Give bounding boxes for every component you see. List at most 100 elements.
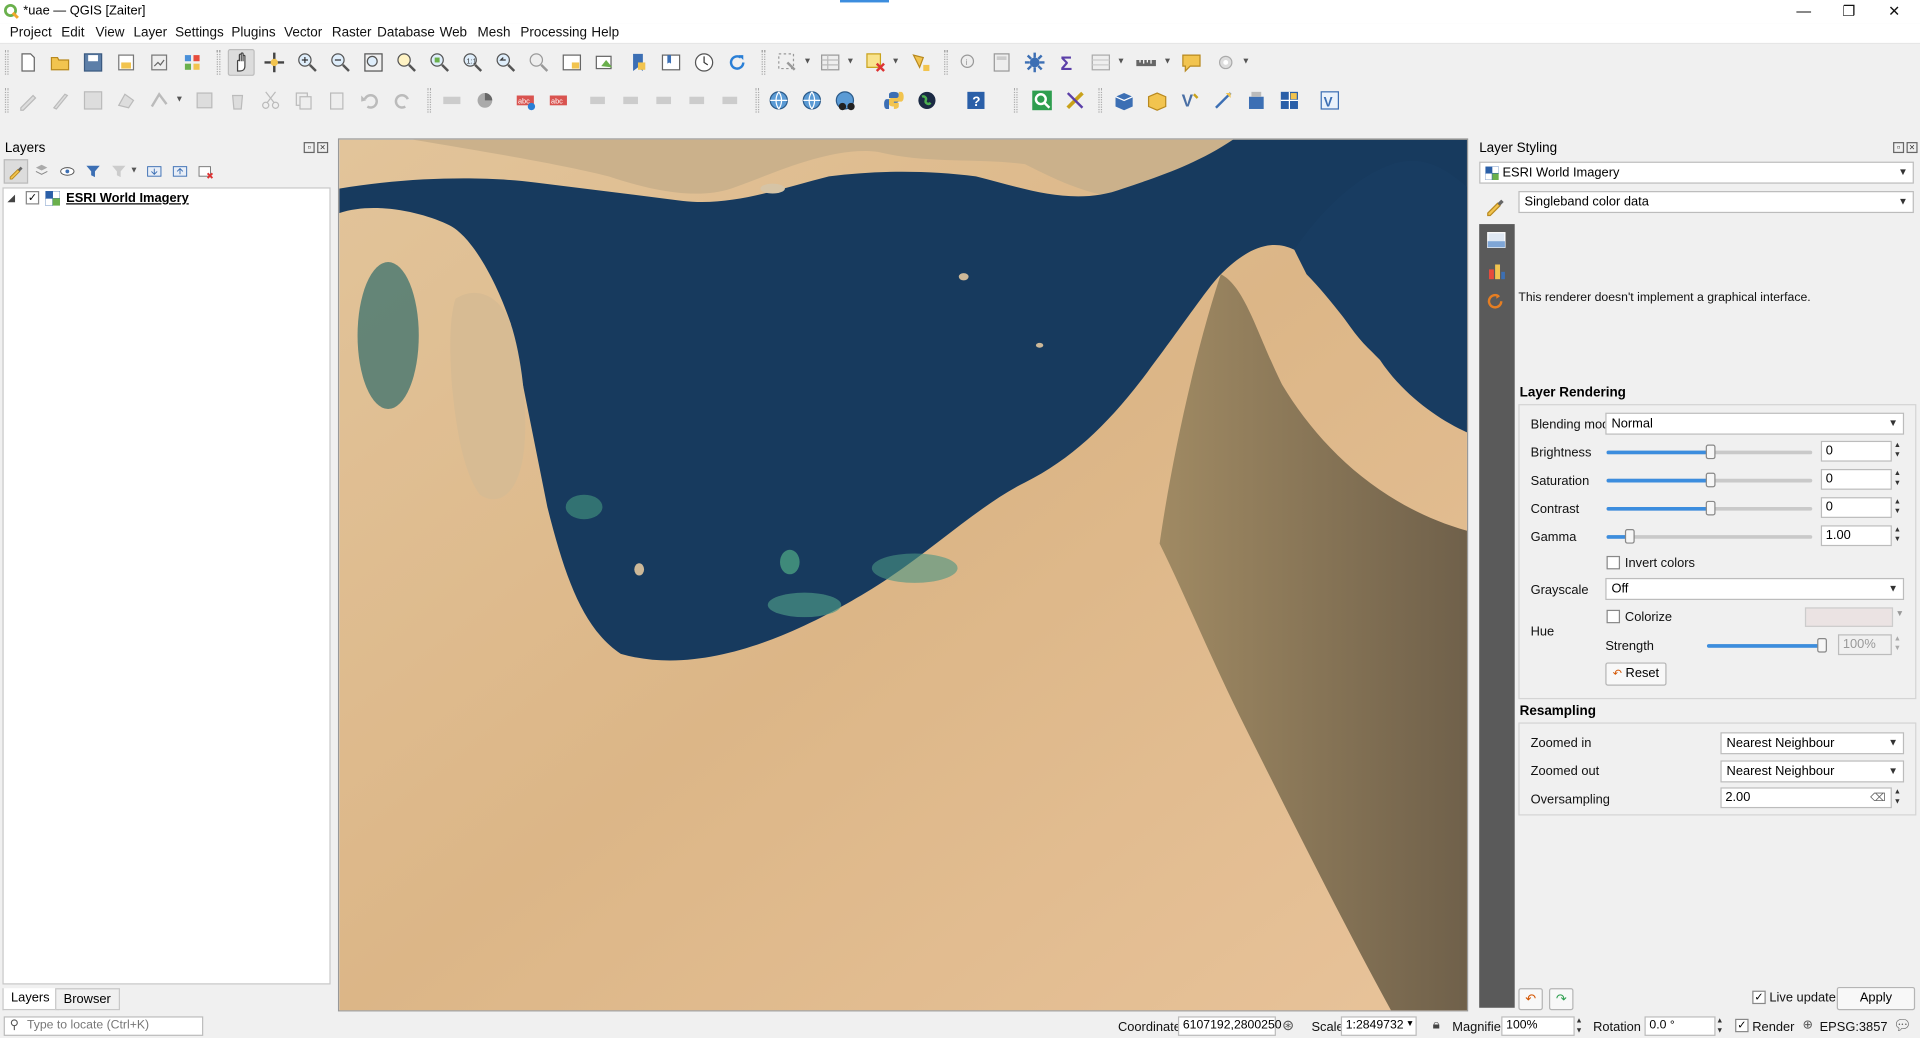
toolbar-grip[interactable] — [4, 88, 9, 113]
current-edits-icon[interactable] — [15, 87, 42, 114]
new-bookmark-icon[interactable] — [624, 49, 651, 76]
contrast-stepper[interactable]: ▲ ▼ — [1892, 497, 1903, 518]
copy-features-icon[interactable] — [290, 87, 317, 114]
zoom-native-icon[interactable]: 1:1 — [459, 49, 486, 76]
move-label-icon[interactable] — [651, 87, 678, 114]
live-update-checkbox[interactable]: ✓ — [1752, 990, 1766, 1005]
tab-layers[interactable]: Layers — [2, 988, 59, 1011]
messages-icon[interactable]: 💬︎ — [1893, 1016, 1912, 1033]
grid-layer-icon[interactable] — [1276, 87, 1303, 114]
select-by-location-icon[interactable] — [907, 49, 934, 76]
apply-button[interactable]: Apply — [1836, 986, 1916, 1011]
vector-virtual-icon[interactable]: V — [1316, 87, 1343, 114]
identify-features-icon[interactable]: i — [955, 49, 982, 76]
menu-raster[interactable]: Raster — [332, 24, 372, 42]
change-label-icon[interactable] — [718, 87, 745, 114]
strength-input[interactable]: 100% — [1837, 634, 1892, 656]
add-group-icon[interactable] — [29, 159, 53, 183]
processing-toolbox-icon[interactable] — [1021, 49, 1048, 76]
draw-line-icon[interactable] — [1210, 87, 1237, 114]
pan-to-selection-icon[interactable] — [261, 49, 288, 76]
filter-by-expression-icon[interactable] — [107, 159, 131, 183]
histogram-tab-icon[interactable] — [1483, 257, 1510, 284]
undo-style-button[interactable]: ↶ — [1518, 988, 1543, 1011]
modify-attributes-icon[interactable] — [191, 87, 218, 114]
label-tool-icon[interactable] — [438, 87, 465, 114]
saturation-slider[interactable] — [1606, 472, 1813, 488]
strength-stepper[interactable]: ▲ ▼ — [1892, 634, 1903, 655]
expand-arrow-icon[interactable]: ◢ — [7, 192, 15, 203]
toggle-extents-icon[interactable]: ⊛ — [1282, 1016, 1294, 1033]
open-field-calculator-icon[interactable] — [988, 49, 1015, 76]
zoom-full-icon[interactable] — [360, 49, 387, 76]
new-map-view-icon[interactable] — [558, 49, 585, 76]
undo-icon[interactable] — [356, 87, 383, 114]
rotation-input[interactable]: 0.0 ° — [1644, 1016, 1716, 1036]
chevron-down-icon[interactable]: ▼ — [1896, 610, 1904, 619]
oversampling-stepper[interactable]: ▲ ▼ — [1892, 787, 1903, 808]
float-styling-panel-icon[interactable]: ▫ — [1893, 142, 1905, 154]
redo-style-button[interactable]: ↷ — [1548, 988, 1574, 1011]
gamma-slider[interactable] — [1606, 528, 1813, 544]
toolbar-grip[interactable] — [944, 50, 948, 75]
toolbar-grip[interactable] — [1013, 88, 1018, 113]
render-checkbox[interactable]: ✓ — [1735, 1018, 1749, 1033]
lock-scale-icon[interactable]: 🔒︎ — [1433, 1018, 1440, 1034]
chevron-down-icon[interactable]: ▼ — [1406, 1020, 1414, 1029]
rotate-label-icon[interactable] — [684, 87, 711, 114]
crossed-tools-icon[interactable] — [1062, 87, 1089, 114]
menu-settings[interactable]: Settings — [175, 24, 224, 42]
layout-manager-icon[interactable] — [146, 49, 173, 76]
invert-colors-checkbox[interactable] — [1606, 555, 1621, 570]
deselect-dropdown[interactable]: ▼ — [891, 49, 901, 76]
coordinate-input[interactable]: 6107192,2800250 — [1177, 1016, 1282, 1036]
select-features-dropdown[interactable]: ▼ — [803, 49, 813, 76]
paste-features-icon[interactable] — [323, 87, 350, 114]
float-panel-icon[interactable]: ▫ — [303, 142, 315, 154]
grayscale-select[interactable]: Off ▼ — [1605, 577, 1905, 601]
expand-all-icon[interactable] — [142, 159, 166, 183]
toolbar-grip[interactable] — [216, 50, 221, 75]
open-project-icon[interactable] — [47, 49, 74, 76]
saturation-stepper[interactable]: ▲ ▼ — [1892, 469, 1903, 490]
zoomed-out-select[interactable]: Nearest Neighbour ▼ — [1720, 760, 1905, 783]
minimize-button[interactable]: — — [1783, 0, 1825, 23]
zoom-last-icon[interactable] — [492, 49, 519, 76]
brightness-slider[interactable] — [1606, 444, 1813, 460]
show-hide-labels-icon[interactable] — [618, 87, 645, 114]
remove-layer-icon[interactable] — [193, 159, 217, 183]
new-project-icon[interactable] — [15, 49, 42, 76]
save-project-icon[interactable] — [80, 49, 107, 76]
database-layer-icon[interactable] — [1243, 87, 1270, 114]
magnifier-input[interactable]: 100% — [1501, 1016, 1575, 1036]
menu-processing[interactable]: Processing — [520, 24, 587, 42]
brightness-input[interactable]: 0 — [1820, 440, 1892, 462]
blending-mode-select[interactable]: Normal ▼ — [1605, 412, 1905, 435]
add-layer-package-icon[interactable] — [1111, 87, 1138, 114]
menu-mesh[interactable]: Mesh — [478, 24, 511, 42]
select-features-icon[interactable] — [774, 49, 801, 76]
zoom-to-selection-icon[interactable] — [393, 49, 420, 76]
map-tips-icon[interactable] — [1178, 49, 1205, 76]
close-button[interactable]: ✕ — [1873, 0, 1915, 23]
filter-legend-icon[interactable] — [81, 159, 105, 183]
open-table-icon[interactable] — [1087, 49, 1114, 76]
style-manager-icon[interactable] — [179, 49, 206, 76]
diagram-options-icon[interactable] — [471, 87, 498, 114]
toggle-editing-icon[interactable] — [47, 87, 74, 114]
gamma-stepper[interactable]: ▲ ▼ — [1892, 525, 1903, 546]
menu-project[interactable]: Project — [10, 24, 52, 42]
toolbar-grip[interactable] — [427, 88, 432, 113]
restore-button[interactable]: ❐ — [1828, 0, 1870, 23]
clear-icon[interactable]: ⌫ — [1870, 789, 1886, 807]
toolbar-grip[interactable] — [761, 50, 766, 75]
toolbar-grip[interactable] — [1098, 88, 1103, 113]
add-wfs-layer-icon[interactable] — [800, 87, 827, 114]
settings-dropdown[interactable]: ▼ — [1242, 49, 1252, 76]
refresh-icon[interactable] — [724, 49, 751, 76]
locate-input[interactable]: ⚲ Type to locate (Ctrl+K) — [3, 1016, 204, 1036]
zoom-out-icon[interactable] — [327, 49, 354, 76]
pan-map-icon[interactable] — [227, 48, 255, 76]
zoom-to-layer-icon[interactable] — [426, 49, 453, 76]
collapse-all-icon[interactable] — [168, 159, 192, 183]
